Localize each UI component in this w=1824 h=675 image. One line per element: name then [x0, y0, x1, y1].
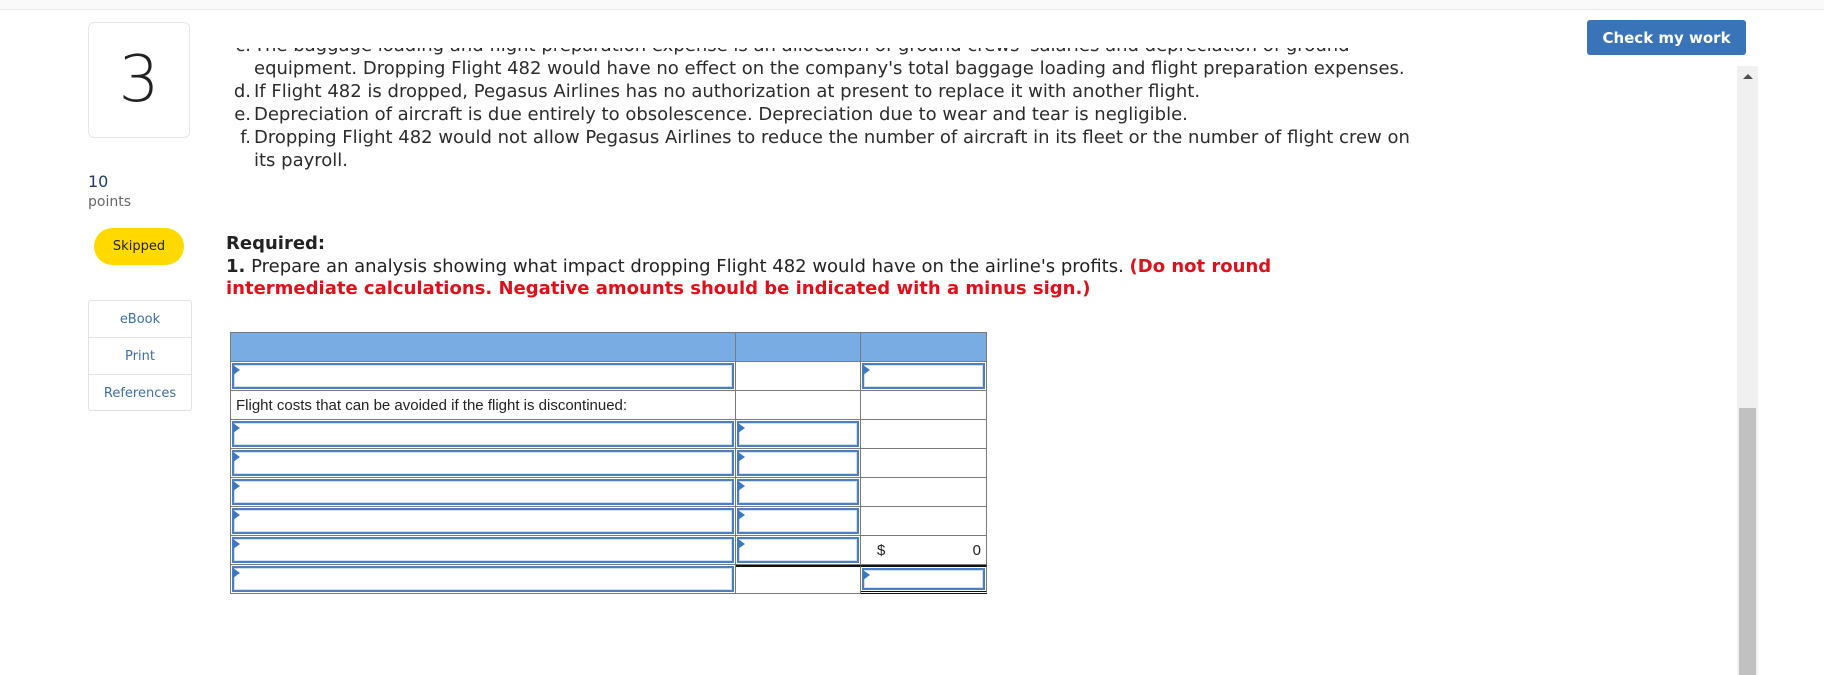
total-cell: $0 — [861, 536, 987, 565]
table-row — [230, 449, 987, 478]
table-row — [230, 507, 987, 536]
table-row — [230, 478, 987, 507]
item-text: Depreciation of aircraft is due entirely… — [254, 104, 1188, 125]
static-cell — [861, 478, 987, 507]
answer-table: Flight costs that can be avoided if the … — [230, 332, 987, 594]
table-row — [230, 565, 987, 594]
top-border — [0, 0, 1824, 10]
amount-input[interactable] — [736, 420, 861, 449]
scrollbar-thumb[interactable] — [1739, 408, 1756, 675]
dropdown-flag-icon — [738, 539, 745, 549]
dropdown-flag-icon — [863, 570, 870, 580]
required-number: 1. — [226, 255, 246, 277]
amount-input[interactable] — [736, 507, 861, 536]
header-cell — [230, 332, 736, 362]
row-label: Flight costs that can be avoided if the … — [230, 391, 736, 420]
problem-text: c. The baggage loading and flight prepar… — [226, 48, 1426, 193]
item-marker: d. — [233, 81, 251, 102]
status-badge: Skipped — [94, 228, 184, 265]
account-select[interactable] — [230, 478, 736, 507]
account-select[interactable] — [230, 420, 736, 449]
question-number: 3 — [88, 22, 190, 138]
check-my-work-button[interactable]: Check my work — [1587, 20, 1746, 55]
dropdown-flag-icon — [738, 510, 745, 520]
item-marker: e. — [234, 104, 251, 125]
static-cell — [736, 391, 861, 420]
dropdown-flag-icon — [233, 423, 240, 433]
dropdown-flag-icon — [233, 365, 240, 375]
dropdown-flag-icon — [738, 452, 745, 462]
dropdown-flag-icon — [738, 481, 745, 491]
row-label-text: Flight costs that can be avoided if the … — [236, 397, 628, 414]
dropdown-flag-icon — [863, 365, 870, 375]
amount-input[interactable] — [736, 536, 861, 565]
header-cell — [861, 332, 987, 362]
total-amount: 0 — [972, 542, 981, 559]
dropdown-flag-icon — [233, 510, 240, 520]
amount-input[interactable] — [861, 565, 987, 594]
item-text: Dropping Flight 482 would not allow Pega… — [254, 127, 1410, 171]
problem-item: d. If Flight 482 is dropped, Pegasus Air… — [226, 80, 1426, 103]
item-marker: f. — [240, 127, 251, 148]
account-select[interactable] — [230, 507, 736, 536]
table-row: Flight costs that can be avoided if the … — [230, 391, 987, 420]
required-text: Prepare an analysis showing what impact … — [251, 255, 1124, 277]
scroll-up-arrow-icon[interactable] — [1743, 74, 1753, 79]
required-section: Required: 1. Prepare an analysis showing… — [226, 233, 1406, 301]
ebook-link[interactable]: eBook — [89, 301, 191, 338]
dropdown-flag-icon — [738, 423, 745, 433]
item-marker: c. — [226, 48, 254, 80]
currency-symbol: $ — [877, 542, 886, 559]
static-cell — [736, 362, 861, 391]
references-link[interactable]: References — [89, 375, 191, 411]
account-select[interactable] — [230, 362, 736, 391]
table-header — [230, 332, 987, 362]
account-select[interactable] — [230, 565, 736, 594]
amount-input[interactable] — [736, 449, 861, 478]
static-cell — [861, 420, 987, 449]
table-row — [230, 420, 987, 449]
static-cell — [861, 391, 987, 420]
print-link[interactable]: Print — [89, 338, 191, 375]
required-heading: Required: — [226, 233, 326, 254]
static-cell — [861, 507, 987, 536]
dropdown-flag-icon — [233, 452, 240, 462]
required-instruction: 1. Prepare an analysis showing what impa… — [226, 256, 1406, 301]
points-label: points — [88, 194, 131, 210]
item-text: If Flight 482 is dropped, Pegasus Airlin… — [254, 81, 1201, 102]
amount-input[interactable] — [861, 362, 987, 391]
account-select[interactable] — [230, 449, 736, 478]
problem-item: c. The baggage loading and flight prepar… — [226, 48, 1426, 80]
amount-input[interactable] — [736, 478, 861, 507]
dropdown-flag-icon — [233, 539, 240, 549]
static-cell — [861, 449, 987, 478]
account-select[interactable] — [230, 536, 736, 565]
problem-item: e. Depreciation of aircraft is due entir… — [226, 103, 1426, 126]
dropdown-flag-icon — [233, 481, 240, 491]
table-row: $0 — [230, 536, 987, 565]
problem-item: f. Dropping Flight 482 would not allow P… — [226, 126, 1426, 172]
dropdown-flag-icon — [233, 568, 240, 578]
static-cell — [736, 565, 861, 594]
resource-links: eBook Print References — [88, 300, 192, 411]
points-value: 10 — [88, 172, 109, 191]
item-text: The baggage loading and flight preparati… — [254, 48, 1405, 79]
header-cell — [736, 332, 861, 362]
table-row — [230, 362, 987, 391]
